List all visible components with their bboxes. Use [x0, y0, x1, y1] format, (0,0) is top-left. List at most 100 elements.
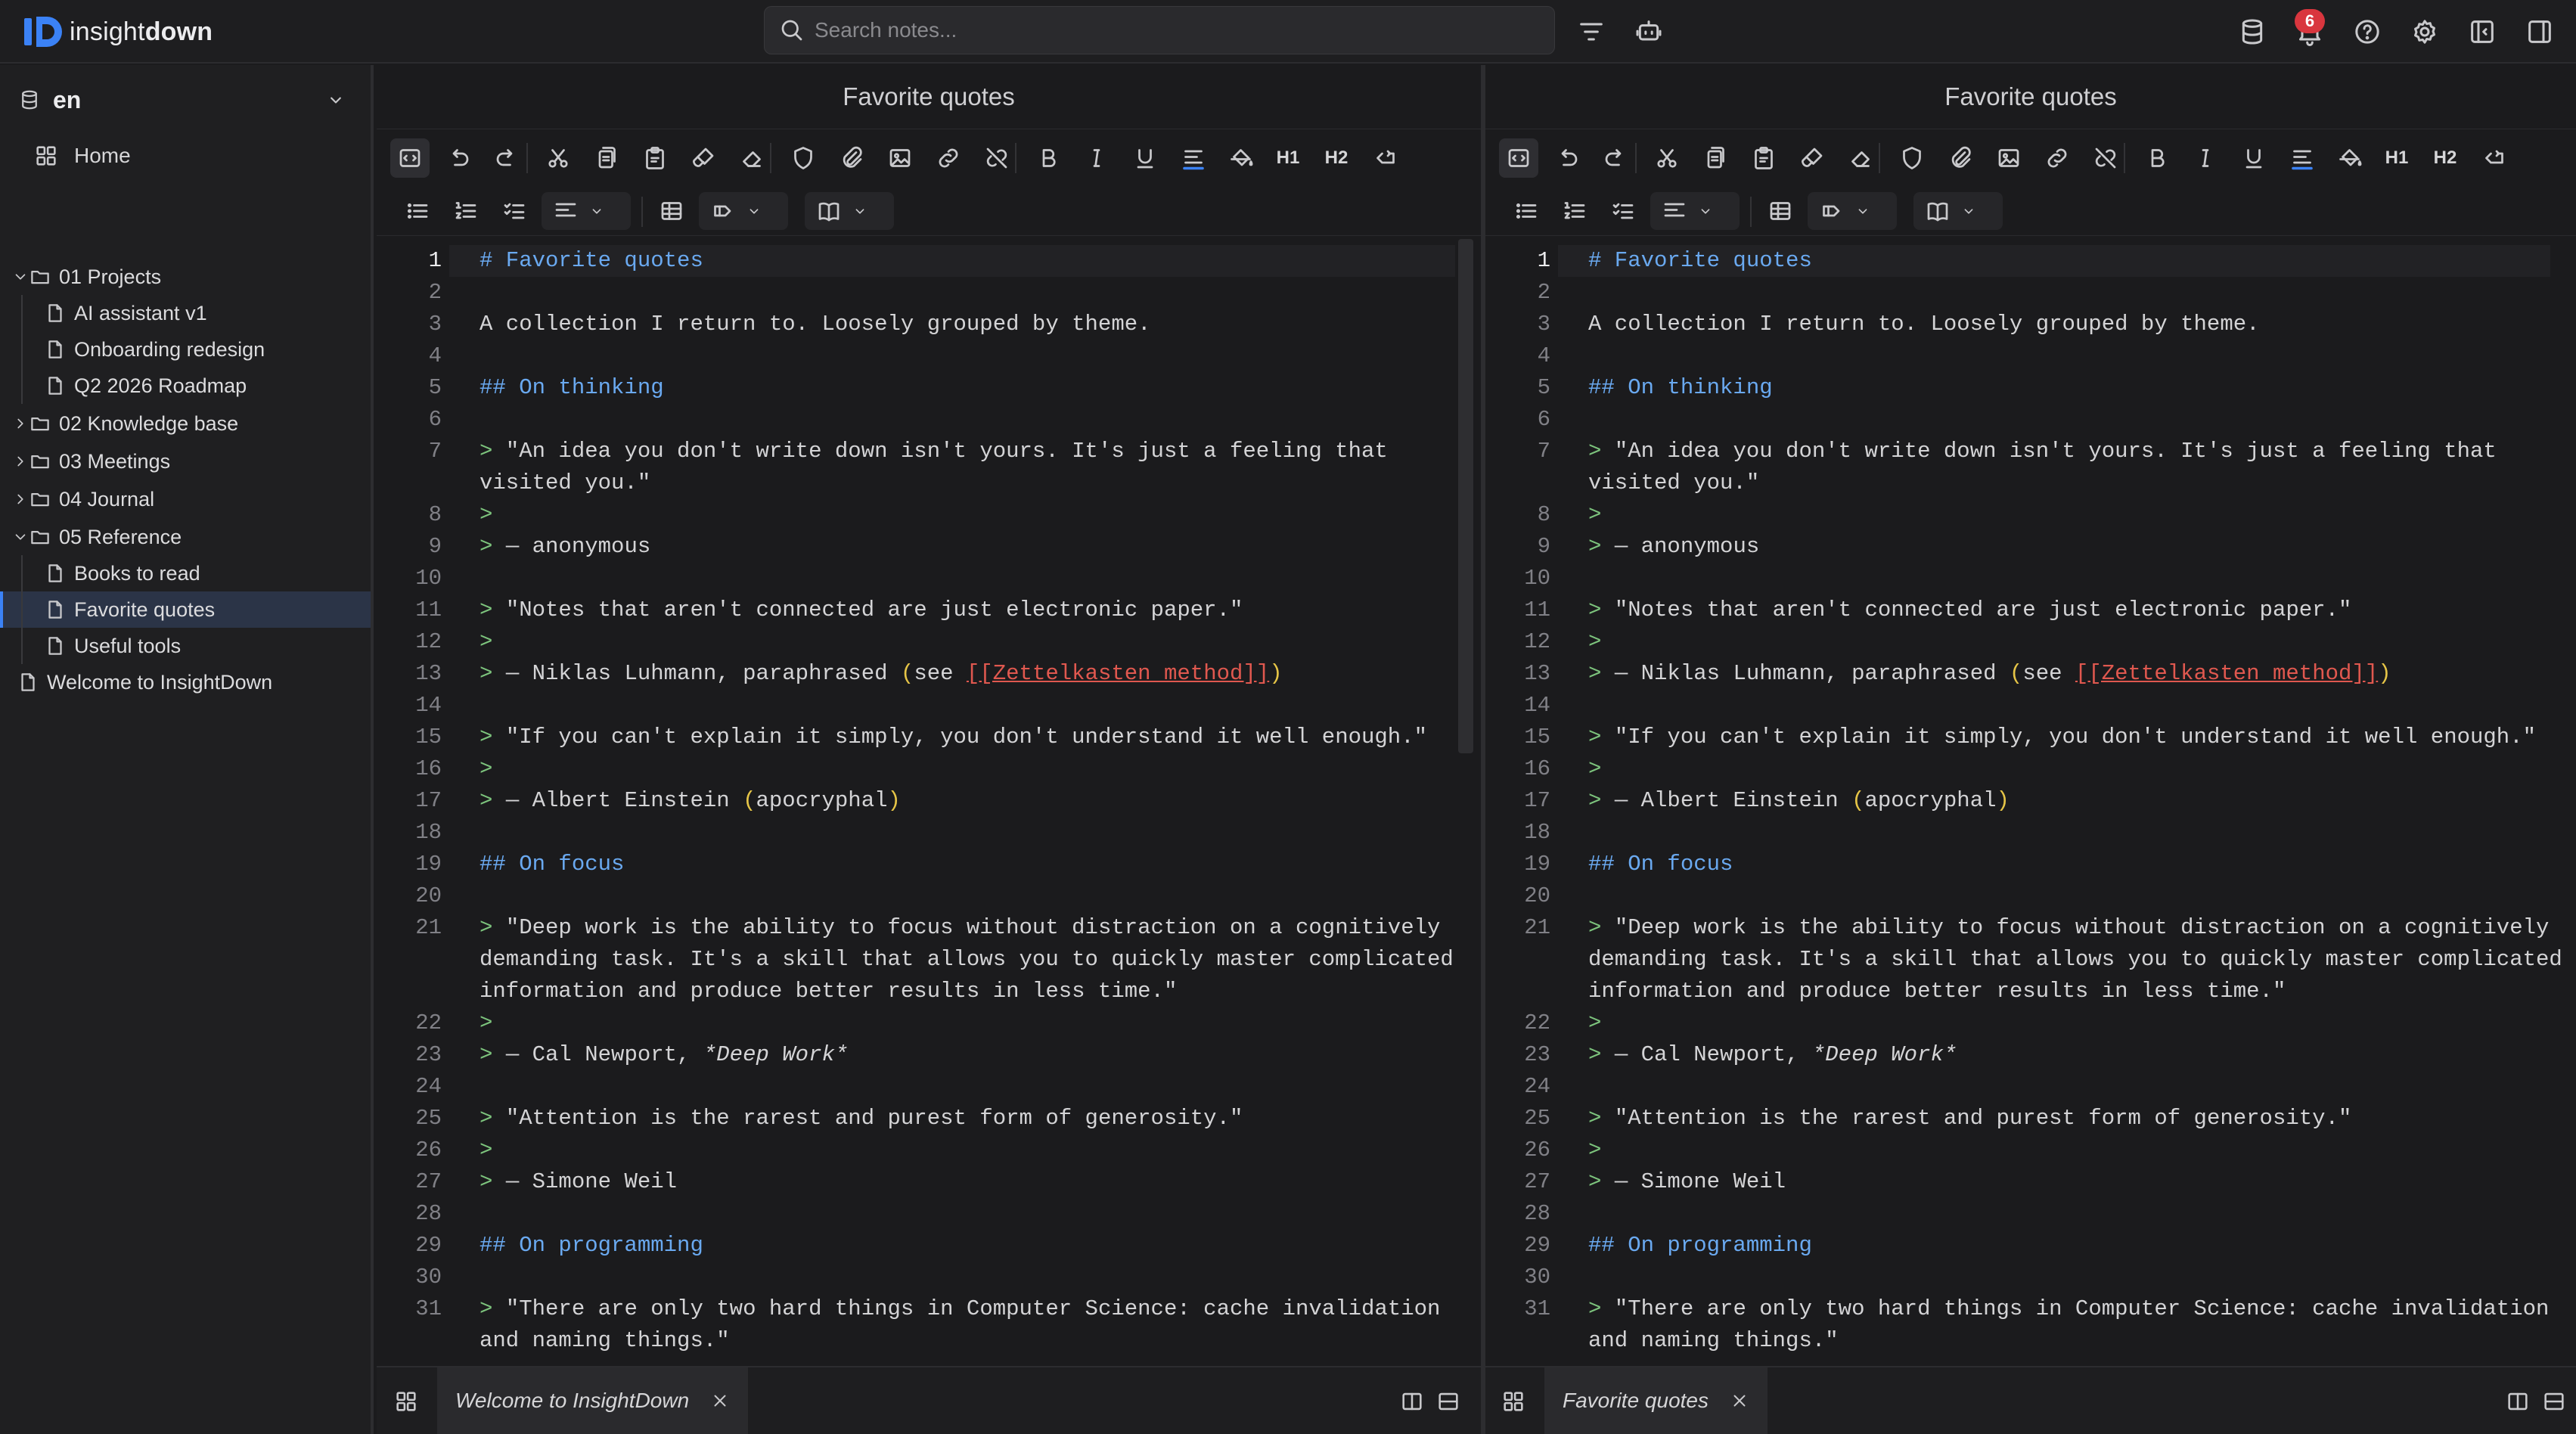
toolbar-separator [1015, 143, 1016, 173]
unlink-button[interactable] [2086, 138, 2125, 178]
tree-folder[interactable]: 01 Projects [0, 259, 371, 295]
tab-welcome[interactable]: Welcome to InsightDown [437, 1367, 749, 1434]
tree-file[interactable]: Q2 2026 Roadmap [0, 368, 371, 404]
settings-button[interactable] [2407, 14, 2443, 50]
search-input[interactable] [815, 18, 1495, 42]
table-button[interactable] [1761, 192, 1800, 230]
tree-folder[interactable]: 05 Reference [0, 519, 371, 555]
scissors-button[interactable] [1647, 138, 1687, 178]
paperclip-button[interactable] [832, 138, 871, 178]
paste-button[interactable] [1744, 138, 1783, 178]
h1-button[interactable]: H1 [2378, 138, 2416, 178]
database-button[interactable] [2234, 14, 2270, 50]
undo-button[interactable] [1547, 138, 1587, 178]
italic-button[interactable] [2186, 138, 2225, 178]
tab-favorite-quotes[interactable]: Favorite quotes [1544, 1367, 1768, 1434]
tree-folder[interactable]: 02 Knowledge base [0, 405, 371, 442]
split-vertical-button[interactable] [2505, 1389, 2531, 1414]
shield-button[interactable] [1892, 138, 1932, 178]
scissors-button[interactable] [538, 138, 578, 178]
workspace-selector[interactable]: en [18, 79, 355, 121]
ai-assistant-button[interactable] [1631, 14, 1667, 50]
markdown-editor[interactable]: 1 # Favorite quotes 2 3 A collection I retur… [377, 236, 1481, 1358]
paint-bucket-button[interactable] [1222, 138, 1262, 178]
task-list-button[interactable] [495, 192, 534, 230]
tab-grid-button[interactable] [393, 1389, 419, 1414]
code-block-button[interactable] [1366, 138, 1405, 178]
code-block-button[interactable] [2475, 138, 2514, 178]
bold-button[interactable] [2137, 138, 2177, 178]
unlink-button[interactable] [977, 138, 1016, 178]
bold-button[interactable] [1029, 138, 1068, 178]
code-token: "If you can't explain it simply, you don… [1614, 725, 2537, 750]
link-button[interactable] [929, 138, 968, 178]
undo-button[interactable] [439, 138, 478, 178]
split-horizontal-button[interactable] [2541, 1389, 2567, 1414]
paperclip-button[interactable] [1941, 138, 1980, 178]
tree-file[interactable]: Favorite quotes [0, 591, 371, 628]
image-button[interactable] [1989, 138, 2028, 178]
paint-bucket-button[interactable] [2331, 138, 2370, 178]
underline-button[interactable] [1125, 138, 1165, 178]
wiki-link[interactable]: [[Zettelkasten method]] [2075, 661, 2378, 686]
brush-button[interactable] [1792, 138, 1832, 178]
redo-button[interactable] [1596, 138, 1635, 178]
task-list-button[interactable] [1603, 192, 1643, 230]
editor-pane-left: Favorite quotes H1 H2 1 # Favorite quotes 2… [377, 65, 1481, 1358]
bullet-list-button[interactable] [1507, 192, 1546, 230]
tree-file[interactable]: Welcome to InsightDown [0, 664, 371, 700]
h2-button[interactable]: H2 [2426, 138, 2464, 178]
filter-button[interactable] [1573, 14, 1609, 50]
align-left-dropdown[interactable] [542, 192, 631, 230]
line-number: 13 [415, 661, 442, 686]
wiki-link[interactable]: [[Zettelkasten method]] [967, 661, 1269, 686]
ordered-list-button[interactable] [446, 192, 486, 230]
split-vertical-button[interactable] [1399, 1389, 1425, 1414]
link-button[interactable] [2038, 138, 2077, 178]
align-button[interactable] [1174, 138, 1213, 178]
tree-file[interactable]: AI assistant v1 [0, 295, 371, 331]
callout-dropdown[interactable] [1808, 192, 1897, 230]
image-button[interactable] [880, 138, 920, 178]
copy-button[interactable] [1696, 138, 1735, 178]
underline-button[interactable] [2234, 138, 2273, 178]
h2-button[interactable]: H2 [1317, 138, 1355, 178]
h1-button[interactable]: H1 [1269, 138, 1307, 178]
vertical-scrollbar[interactable] [1458, 239, 1473, 753]
redo-button[interactable] [487, 138, 526, 178]
line-number: 14 [1524, 693, 1550, 718]
eraser-button[interactable] [732, 138, 771, 178]
ordered-list-button[interactable] [1555, 192, 1594, 230]
split-horizontal-button[interactable] [1435, 1389, 1461, 1414]
tab-grid-button[interactable] [1501, 1389, 1526, 1414]
app-logo[interactable]: insightdown [23, 11, 213, 53]
eraser-button[interactable] [1841, 138, 1880, 178]
align-button[interactable] [2283, 138, 2322, 178]
shield-button[interactable] [784, 138, 823, 178]
bullet-list-button[interactable] [398, 192, 437, 230]
table-button[interactable] [652, 192, 691, 230]
sidebar-item-home[interactable]: Home [33, 135, 131, 177]
tree-folder[interactable]: 04 Journal [0, 481, 371, 517]
markdown-editor[interactable]: 1 # Favorite quotes 2 3 A collection I retur… [1485, 236, 2576, 1358]
italic-button[interactable] [1077, 138, 1116, 178]
tree-file[interactable]: Onboarding redesign [0, 331, 371, 368]
search-bar[interactable] [764, 6, 1555, 54]
editor-mode-button[interactable] [390, 138, 430, 178]
paste-button[interactable] [635, 138, 675, 178]
tree-folder[interactable]: 03 Meetings [0, 443, 371, 480]
brush-button[interactable] [684, 138, 723, 178]
help-button[interactable] [2349, 14, 2385, 50]
tree-file[interactable]: Books to read [0, 555, 371, 591]
close-icon[interactable] [710, 1391, 730, 1411]
book-dropdown[interactable] [805, 192, 894, 230]
callout-dropdown[interactable] [699, 192, 788, 230]
close-icon[interactable] [1730, 1391, 1749, 1411]
toggle-left-sidebar-button[interactable] [2464, 14, 2500, 50]
book-dropdown[interactable] [1913, 192, 2003, 230]
copy-button[interactable] [587, 138, 626, 178]
editor-mode-button[interactable] [1499, 138, 1538, 178]
toggle-right-sidebar-button[interactable] [2522, 14, 2558, 50]
tree-file[interactable]: Useful tools [0, 628, 371, 664]
align-left-dropdown[interactable] [1650, 192, 1740, 230]
